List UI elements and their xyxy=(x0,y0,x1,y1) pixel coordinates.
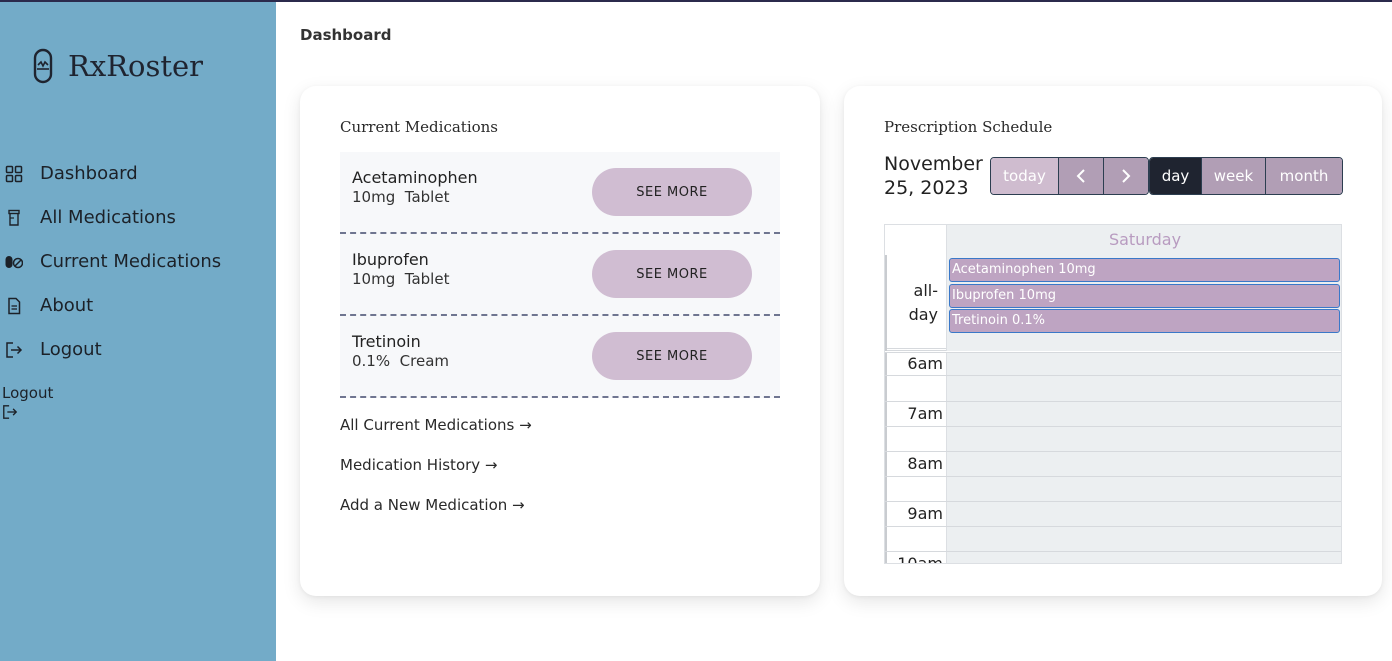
half-hour-line xyxy=(885,526,1341,527)
previous-button[interactable] xyxy=(1058,158,1103,194)
calendar-event[interactable]: Tretinoin 0.1% xyxy=(949,309,1340,333)
all-day-label: all- day xyxy=(885,255,947,351)
brand[interactable]: RxRoster xyxy=(33,47,203,85)
half-hour-line xyxy=(885,476,1341,477)
time-slots[interactable]: 6am 7am 8am 9am 10am xyxy=(885,352,1341,564)
logout-icon[interactable] xyxy=(2,404,18,420)
document-icon xyxy=(8,297,21,315)
medication-dose: 0.1% xyxy=(352,352,391,370)
sidebar-item-all-medications[interactable]: All Medications xyxy=(5,204,176,232)
day-view-button[interactable]: day xyxy=(1150,158,1201,194)
see-more-button[interactable]: SEE MORE xyxy=(592,250,752,298)
pill-bottle-icon xyxy=(8,209,20,226)
sidebar-item-label: Dashboard xyxy=(40,163,138,184)
list-item: Acetaminophen 10mg Tablet SEE MORE xyxy=(340,152,780,234)
all-day-label-line: all- xyxy=(913,281,938,300)
week-view-button[interactable]: week xyxy=(1201,158,1265,194)
medication-dose: 10mg xyxy=(352,188,396,206)
medication-name: Tretinoin xyxy=(352,332,421,351)
hour-line xyxy=(885,352,1341,353)
all-day-events: Acetaminophen 10mg Ibuprofen 10mg Tretin… xyxy=(947,255,1341,351)
month-view-button[interactable]: month xyxy=(1265,158,1342,194)
pills-icon xyxy=(5,256,23,269)
sidebar-item-label: Logout xyxy=(40,339,102,360)
medication-history-link[interactable]: Medication History → xyxy=(340,456,498,474)
all-day-label-line: day xyxy=(908,305,938,324)
medication-detail: 10mg Tablet xyxy=(352,188,449,206)
calendar-date-line: 25, 2023 xyxy=(884,177,969,199)
calendar-view-group: day week month xyxy=(1149,157,1343,195)
calendar-header-gutter xyxy=(885,225,947,255)
list-item: Ibuprofen 10mg Tablet SEE MORE xyxy=(340,234,780,316)
half-hour-line xyxy=(885,375,1341,376)
sidebar-item-label: Current Medications xyxy=(40,251,222,272)
grid-icon xyxy=(5,165,23,183)
brand-name: RxRoster xyxy=(68,49,204,83)
medication-dose: 10mg xyxy=(352,270,396,288)
card-title: Current Medications xyxy=(340,118,499,136)
calendar-event[interactable]: Ibuprofen 10mg xyxy=(949,284,1340,308)
half-hour-line xyxy=(885,426,1341,427)
see-more-button[interactable]: SEE MORE xyxy=(592,332,752,380)
add-new-medication-link[interactable]: Add a New Medication → xyxy=(340,496,525,514)
hour-line xyxy=(885,551,1341,552)
time-label: 10am xyxy=(897,554,943,564)
chevron-right-icon xyxy=(1122,169,1131,183)
medication-list: Acetaminophen 10mg Tablet SEE MORE Ibupr… xyxy=(340,152,780,398)
capsule-logo-icon xyxy=(33,48,53,84)
sidebar-item-label: All Medications xyxy=(40,207,176,228)
medication-form: Tablet xyxy=(404,188,450,206)
today-button[interactable]: today xyxy=(991,158,1058,194)
time-label: 6am xyxy=(907,354,943,373)
all-current-medications-link[interactable]: All Current Medications → xyxy=(340,416,532,434)
time-label: 7am xyxy=(907,404,943,423)
card-title: Prescription Schedule xyxy=(884,118,1053,136)
sidebar-item-logout[interactable]: Logout xyxy=(5,336,102,364)
calendar-date-line: November xyxy=(884,153,983,175)
sidebar-item-label: About xyxy=(40,295,94,316)
sidebar: RxRoster Dashboard All Medications Curre… xyxy=(0,2,276,661)
hour-line xyxy=(885,501,1341,502)
calendar-day-header: Saturday xyxy=(947,225,1341,255)
all-day-section: all- day Acetaminophen 10mg Ibuprofen 10… xyxy=(885,255,1341,351)
prescription-schedule-card: Prescription Schedule November 25, 2023 … xyxy=(844,86,1382,596)
current-medications-card: Current Medications Acetaminophen 10mg T… xyxy=(300,86,820,596)
time-label: 8am xyxy=(907,454,943,473)
calendar-date-title: November 25, 2023 xyxy=(884,152,994,200)
hour-line xyxy=(885,401,1341,402)
medication-name: Ibuprofen xyxy=(352,250,429,269)
page-title: Dashboard xyxy=(300,26,392,44)
time-label: 9am xyxy=(907,504,943,523)
sidebar-item-dashboard[interactable]: Dashboard xyxy=(5,160,138,188)
medication-name: Acetaminophen xyxy=(352,168,478,187)
time-slot-area[interactable] xyxy=(947,352,1341,563)
chevron-left-icon xyxy=(1076,169,1085,183)
calendar-day-grid: Saturday all- day Acetaminophen 10mg Ibu… xyxy=(884,224,1342,564)
medication-form: Cream xyxy=(399,352,449,370)
calendar-event[interactable]: Acetaminophen 10mg xyxy=(949,258,1340,282)
medication-form: Tablet xyxy=(404,270,450,288)
medication-detail: 0.1% Cream xyxy=(352,352,449,370)
next-button[interactable] xyxy=(1103,158,1148,194)
see-more-button[interactable]: SEE MORE xyxy=(592,168,752,216)
sidebar-item-about[interactable]: About xyxy=(5,292,93,320)
logout-link[interactable]: Logout xyxy=(2,384,53,402)
calendar-nav-group: today xyxy=(990,157,1149,195)
calendar-header: Saturday xyxy=(885,225,1341,255)
hour-line xyxy=(885,451,1341,452)
medication-detail: 10mg Tablet xyxy=(352,270,449,288)
list-item: Tretinoin 0.1% Cream SEE MORE xyxy=(340,316,780,398)
sidebar-item-current-medications[interactable]: Current Medications xyxy=(5,248,221,276)
logout-icon xyxy=(6,342,23,358)
